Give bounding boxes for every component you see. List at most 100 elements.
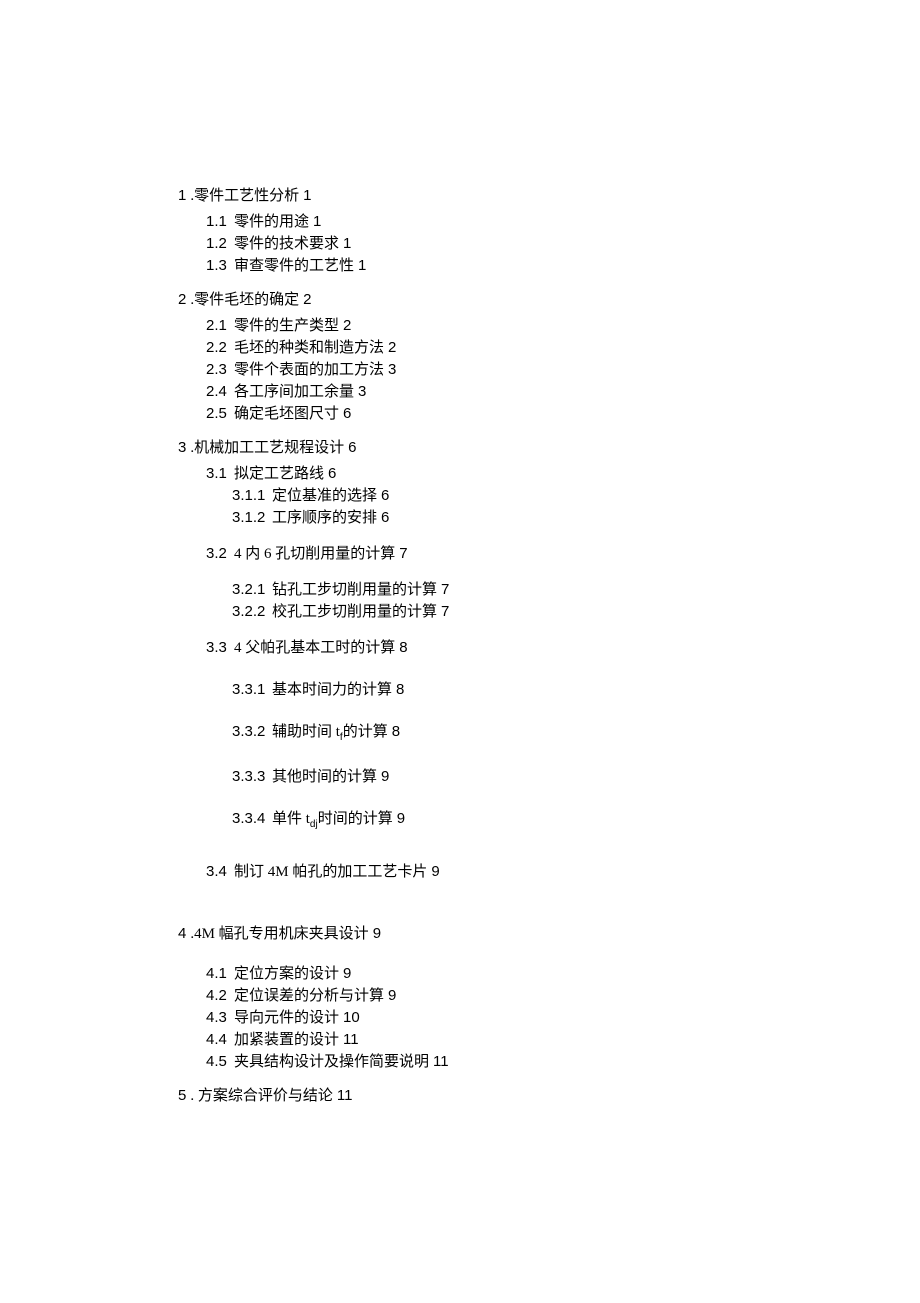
toc-item: 3.3.4单件 tdj时间的计算9 <box>232 811 920 830</box>
toc-page: 9 <box>343 965 351 982</box>
toc-num: 3.1.1 <box>232 488 272 503</box>
toc-item: 4.5夹具结构设计及操作简要说明11 <box>206 1054 920 1070</box>
toc-text: 零件的生产类型 <box>234 318 339 334</box>
toc-text: 定位基准的选择 <box>272 488 377 504</box>
toc-item: 1.零件工艺性分析1 <box>178 188 920 204</box>
toc-page: 9 <box>373 925 381 942</box>
toc-num: 2.4 <box>206 384 234 399</box>
toc-num: 3.2 <box>206 546 234 561</box>
toc-num: 3 <box>178 439 186 456</box>
toc-page: 3 <box>388 361 396 378</box>
toc-num: 2.5 <box>206 406 234 421</box>
toc-num: 3.4 <box>206 864 234 879</box>
toc-item: 2.1零件的生产类型2 <box>206 318 920 334</box>
toc-item: 2.3零件个表面的加工方法3 <box>206 362 920 378</box>
toc-item: 3.3.2辅助时间 tf的计算8 <box>232 724 920 743</box>
toc-num: 3.1 <box>206 466 234 481</box>
toc-item: 4.1定位方案的设计9 <box>206 966 920 982</box>
toc-page: 10 <box>343 1009 360 1026</box>
toc-text: 导向元件的设计 <box>234 1010 339 1026</box>
toc-item: 3.24 内 6 孔切削用量的计算7 <box>206 546 920 562</box>
toc-page: 11 <box>337 1087 353 1104</box>
toc-page: 6 <box>381 487 389 504</box>
toc-num: 4.4 <box>206 1032 234 1047</box>
toc-page: 7 <box>441 581 449 598</box>
toc-text: 审查零件的工艺性 <box>234 258 354 274</box>
toc-page: 8 <box>392 723 400 740</box>
toc-text: .机械加工工艺规程设计 <box>190 440 344 456</box>
toc-num: 3.1.2 <box>232 510 272 525</box>
toc-num: 3.3 <box>206 640 234 655</box>
toc-text: . 方案综合评价与结论 <box>190 1088 333 1104</box>
toc-text: 定位方案的设计 <box>234 966 339 982</box>
toc-text: 零件个表面的加工方法 <box>234 362 384 378</box>
toc-num: 1.2 <box>206 236 234 251</box>
toc-text: 确定毛坯图尺寸 <box>234 406 339 422</box>
toc-page: 2 <box>388 339 396 356</box>
toc-text: 校孔工步切削用量的计算 <box>272 604 437 620</box>
toc-num: 4 <box>178 925 186 942</box>
toc-item: 4.4加紧装置的设计11 <box>206 1032 920 1048</box>
toc-page: 6 <box>348 439 356 456</box>
toc-num: 1.3 <box>206 258 234 273</box>
toc-num: 4.1 <box>206 966 234 981</box>
toc-text: 各工序间加工余量 <box>234 384 354 400</box>
toc-page: 3 <box>358 383 366 400</box>
toc-item: 4.3导向元件的设计10 <box>206 1010 920 1026</box>
toc-text: 钻孔工步切削用量的计算 <box>272 582 437 598</box>
toc-page: 1 <box>358 257 366 274</box>
toc-num: 5 <box>178 1087 186 1104</box>
toc-page: 7 <box>441 603 449 620</box>
toc-text: 4 内 6 孔切削用量的计算 <box>234 546 395 562</box>
toc-text: 定位误差的分析与计算 <box>234 988 384 1004</box>
toc-page: 1 <box>343 235 351 252</box>
toc-num: 2 <box>178 291 186 308</box>
toc-text: 工序顺序的安排 <box>272 510 377 526</box>
toc-text: 单件 tdj时间的计算 <box>272 811 393 827</box>
toc-item: 3.1拟定工艺路线6 <box>206 466 920 482</box>
toc-text: 加紧装置的设计 <box>234 1032 339 1048</box>
toc-item: 3.4制订 4M 帕孔的加工工艺卡片9 <box>206 864 920 880</box>
toc-num: 1 <box>178 187 186 204</box>
toc-page: 8 <box>396 681 404 698</box>
toc-num: 4.2 <box>206 988 234 1003</box>
toc-text: 零件的技术要求 <box>234 236 339 252</box>
toc-page: 9 <box>397 810 405 827</box>
toc-page: 8 <box>399 639 407 656</box>
toc-text: 毛坯的种类和制造方法 <box>234 340 384 356</box>
toc-text: 制订 4M 帕孔的加工工艺卡片 <box>234 864 427 880</box>
document-page: 1.零件工艺性分析1 1.1零件的用途1 1.2零件的技术要求1 1.3审查零件… <box>0 0 920 1303</box>
toc-item: 3.2.1钻孔工步切削用量的计算7 <box>232 582 920 598</box>
toc-text: .零件毛坯的确定 <box>190 292 299 308</box>
toc-item: 3.34 父帕孔基本工时的计算8 <box>206 640 920 656</box>
toc-num: 3.3.2 <box>232 724 272 739</box>
toc-item: 2.零件毛坯的确定2 <box>178 292 920 308</box>
toc-page: 1 <box>313 213 321 230</box>
toc-item: 3.1.1定位基准的选择6 <box>232 488 920 504</box>
toc-text: 4 父帕孔基本工时的计算 <box>234 640 395 656</box>
toc-num: 3.3.3 <box>232 769 272 784</box>
toc-num: 3.2.1 <box>232 582 272 597</box>
toc-item: 3.3.1基本时间力的计算8 <box>232 682 920 698</box>
toc-text: 零件的用途 <box>234 214 309 230</box>
toc-text: 拟定工艺路线 <box>234 466 324 482</box>
toc-num: 2.2 <box>206 340 234 355</box>
toc-num: 2.1 <box>206 318 234 333</box>
toc-page: 2 <box>303 291 311 308</box>
toc-text: .零件工艺性分析 <box>190 188 299 204</box>
toc-page: 9 <box>381 768 389 785</box>
toc-item: 4.4M 幅孔专用机床夹具设计9 <box>178 926 920 942</box>
toc-num: 2.3 <box>206 362 234 377</box>
toc-num: 3.2.2 <box>232 604 272 619</box>
toc-text: 夹具结构设计及操作简要说明 <box>234 1054 429 1070</box>
toc-page: 9 <box>388 987 396 1004</box>
toc-page: 9 <box>431 863 439 880</box>
toc-page: 6 <box>381 509 389 526</box>
toc-num: 4.5 <box>206 1054 234 1069</box>
toc-num: 1.1 <box>206 214 234 229</box>
toc-item: 2.5确定毛坯图尺寸6 <box>206 406 920 422</box>
toc-item: 1.2零件的技术要求1 <box>206 236 920 252</box>
toc-item: 4.2定位误差的分析与计算9 <box>206 988 920 1004</box>
toc-item: 1.3审查零件的工艺性1 <box>206 258 920 274</box>
toc-num: 3.3.1 <box>232 682 272 697</box>
